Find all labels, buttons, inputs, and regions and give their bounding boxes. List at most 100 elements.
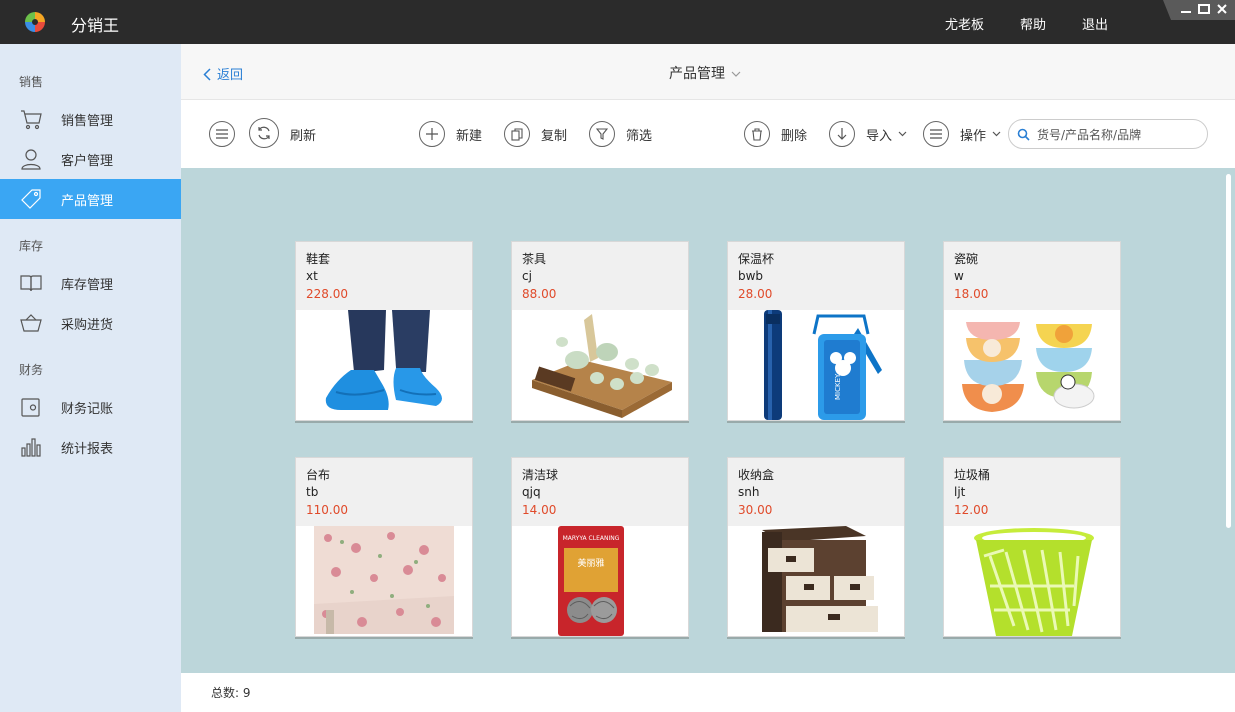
product-card[interactable]: 收纳盒 snh 30.00 [727, 457, 905, 637]
sidebar-item-label: 客户管理 [61, 154, 114, 169]
product-card[interactable]: 垃圾桶 ljt 12.00 [943, 457, 1121, 637]
refresh-button[interactable]: 刷新 [249, 118, 317, 148]
menu-icon [216, 129, 228, 139]
sidebar-item-label: 库存管理 [61, 278, 114, 293]
search-icon [1017, 128, 1030, 141]
product-code: w [954, 269, 964, 283]
user-icon [21, 149, 41, 170]
copy-button[interactable]: 复制 [504, 121, 567, 147]
sidebar-item-product-management[interactable]: 产品管理 [0, 179, 181, 219]
product-card[interactable]: 茶具 cj 88.00 [511, 241, 689, 421]
basket-icon [20, 314, 42, 332]
product-name: 茶具 [522, 252, 547, 266]
new-label: 新建 [456, 128, 483, 144]
tea-set-image [512, 310, 688, 420]
package-brand-text: MARYYA CLEANING [563, 535, 620, 542]
search-input[interactable] [1037, 126, 1197, 144]
app-title: 分销王 [71, 16, 120, 35]
sidebar-item-label: 销售管理 [61, 114, 114, 129]
page-title[interactable]: 产品管理 [669, 63, 741, 83]
section-title-finance: 财务 [19, 363, 44, 377]
back-label: 返回 [217, 68, 244, 83]
logout-link[interactable]: 退出 [1082, 14, 1108, 33]
user-menu-link[interactable]: 尤老板 [945, 14, 984, 33]
product-name: 收纳盒 [738, 468, 775, 482]
back-button[interactable]: 返回 [203, 64, 243, 83]
thermos-cup-image: MICKEY [728, 310, 904, 420]
product-code: qjq [522, 485, 541, 499]
sidebar-item-purchasing[interactable]: 采购进货 [0, 303, 181, 343]
new-button[interactable]: 新建 [419, 121, 482, 147]
actions-label: 操作 [960, 128, 987, 144]
product-price: 228.00 [306, 287, 348, 301]
book-icon [20, 275, 42, 292]
wallet-icon [21, 398, 40, 417]
product-code: ljt [954, 485, 966, 499]
maximize-icon[interactable] [1197, 3, 1211, 16]
window-controls [1163, 0, 1235, 20]
menu-button[interactable] [209, 121, 235, 147]
copy-icon [511, 127, 523, 141]
vertical-scrollbar[interactable] [1226, 174, 1231, 528]
section-title-inventory: 库存 [19, 239, 44, 253]
sidebar-item-label: 财务记账 [61, 402, 114, 417]
tag-icon [21, 189, 41, 209]
product-name: 台布 [306, 468, 331, 482]
product-name: 垃圾桶 [954, 468, 991, 482]
search-box[interactable] [1008, 119, 1208, 149]
thermos-brand-text: MICKEY [834, 373, 842, 400]
total-count: 总数: 9 [211, 684, 251, 701]
product-price: 30.00 [738, 503, 773, 517]
page-title-text: 产品管理 [669, 66, 725, 82]
product-price: 18.00 [954, 287, 989, 301]
product-name: 鞋套 [306, 252, 331, 266]
actions-button[interactable]: 操作 [923, 121, 1001, 147]
product-code: xt [306, 269, 318, 283]
title-bar: 分销王 尤老板 帮助 退出 [0, 0, 1235, 44]
trash-icon [752, 127, 762, 141]
tablecloth-image [314, 526, 454, 634]
product-name: 瓷碗 [954, 252, 979, 266]
sidebar: 销售 销售管理 客户管理 产品管理 库存 库存管理 采购进货 财务 财务记账 统… [0, 44, 181, 712]
help-link[interactable]: 帮助 [1020, 14, 1046, 33]
sidebar-item-bookkeeping[interactable]: 财务记账 [0, 387, 181, 427]
chevron-down-icon [731, 71, 741, 77]
product-code: snh [738, 485, 760, 499]
filter-button[interactable]: 筛选 [589, 121, 652, 147]
shoe-cover-image [314, 310, 454, 420]
product-price: 14.00 [522, 503, 557, 517]
product-card[interactable]: 瓷碗 w 18.00 [943, 241, 1121, 421]
sidebar-item-inventory-management[interactable]: 库存管理 [0, 263, 181, 303]
product-card[interactable]: 台布 tb 110.00 [295, 457, 473, 637]
minimize-icon[interactable] [1179, 3, 1193, 16]
steel-wool-ball-image: MARYYA CLEANING 美丽雅 [512, 526, 688, 636]
import-label: 导入 [866, 128, 893, 144]
import-button[interactable]: 导入 [829, 121, 907, 147]
product-code: tb [306, 485, 319, 499]
sidebar-item-label: 产品管理 [61, 194, 114, 209]
plus-icon [426, 128, 438, 140]
sidebar-item-customer-management[interactable]: 客户管理 [0, 139, 181, 179]
page-header: 返回 产品管理 [181, 44, 1235, 100]
product-name: 保温杯 [738, 252, 775, 266]
cart-icon [21, 110, 42, 130]
product-price: 28.00 [738, 287, 773, 301]
delete-button[interactable]: 删除 [744, 121, 807, 147]
product-card[interactable]: 保温杯 bwb 28.00 MICKEY [727, 241, 905, 421]
refresh-label: 刷新 [290, 128, 317, 144]
total-label: 总数: [211, 686, 240, 700]
sidebar-item-sales-management[interactable]: 销售管理 [0, 99, 181, 139]
product-card[interactable]: 鞋套 xt 228.00 [295, 241, 473, 421]
app-logo-icon [25, 12, 45, 32]
sidebar-item-reports[interactable]: 统计报表 [0, 427, 181, 467]
refresh-icon [258, 126, 270, 140]
delete-label: 删除 [781, 128, 808, 144]
product-price: 110.00 [306, 503, 348, 517]
close-icon[interactable] [1215, 3, 1229, 16]
storage-box-image [728, 526, 904, 636]
product-card[interactable]: 清洁球 qjq 14.00 MARYYA CLEANING 美丽雅 [511, 457, 689, 637]
filter-icon [596, 128, 608, 140]
product-grid-area: 鞋套 xt 228.00 茶具 cj 88.00 保温杯 bwb 28.00 M… [181, 168, 1235, 673]
product-code: bwb [738, 269, 764, 283]
chevron-down-icon [992, 131, 1001, 137]
